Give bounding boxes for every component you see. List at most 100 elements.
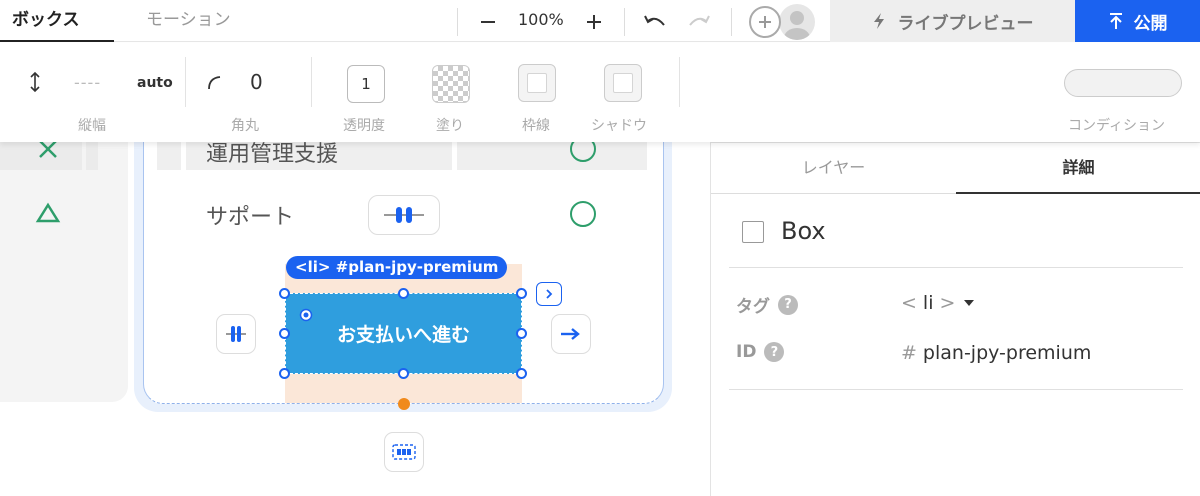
id-field-label: ID ? [736, 342, 785, 362]
corner-radius-icon [208, 76, 221, 90]
drag-handle[interactable] [398, 398, 410, 410]
redo-icon [689, 15, 710, 26]
divider [457, 8, 458, 36]
distribute-horizontal-icon [384, 207, 424, 223]
table-row [157, 142, 181, 170]
arrow-right-icon [561, 328, 580, 340]
tab-motion[interactable]: モーション [146, 0, 231, 42]
resize-handle[interactable] [279, 328, 290, 339]
undo-button[interactable] [640, 8, 670, 36]
align-center-icon [226, 326, 246, 342]
resize-handle[interactable] [516, 288, 527, 299]
layout-icon [392, 444, 416, 460]
add-user-button[interactable] [749, 6, 781, 38]
id-label-text: ID [736, 342, 757, 362]
border-label: 枠線 [522, 118, 550, 134]
divider [185, 57, 186, 107]
proceed-to-payment-button[interactable]: お支払いへ進む [285, 293, 522, 374]
divider [311, 57, 312, 107]
condition-toggle[interactable] [1064, 69, 1182, 97]
select-next-button[interactable] [536, 282, 562, 306]
resize-handle[interactable] [516, 368, 527, 379]
id-value: plan-jpy-premium [922, 342, 1092, 364]
id-input[interactable]: # plan-jpy-premium [901, 342, 1091, 364]
help-icon[interactable]: ? [778, 294, 798, 315]
lightning-icon [873, 13, 884, 29]
hash-icon: # [901, 342, 917, 364]
distribute-control[interactable] [368, 195, 440, 235]
user-icon [784, 11, 810, 40]
tag-value: li [922, 292, 934, 314]
plus-icon [759, 16, 771, 28]
tag-field-label: タグ ? [736, 292, 798, 317]
height-input[interactable]: ---- [74, 73, 101, 92]
shadow-label: シャドウ [591, 118, 647, 134]
tag-select[interactable]: < li > [901, 292, 977, 314]
undo-icon [644, 15, 665, 26]
property-toolbar: ---- auto 縦幅 0 角丸 1 透明度 塗り 枠線 シャドウ コンディシ… [0, 43, 1200, 142]
chevron-right-icon [546, 289, 553, 299]
resize-handle[interactable] [398, 368, 409, 379]
publish-button[interactable]: 公開 [1075, 0, 1200, 42]
app-root: ボックス モーション 100% ライブプレビュー 公開 ---- auto 縦幅… [0, 0, 1200, 496]
element-type-checkbox[interactable] [742, 221, 764, 243]
divider [729, 267, 1183, 268]
tag-close-bracket: > [939, 292, 956, 314]
height-label: 縦幅 [78, 118, 106, 134]
opacity-label: 透明度 [343, 118, 385, 134]
add-child-control[interactable] [384, 432, 424, 472]
fill-swatch[interactable] [432, 65, 470, 103]
upload-icon [1109, 13, 1122, 29]
tag-open-bracket: < [901, 292, 917, 314]
top-bar: ボックス モーション 100% ライブプレビュー 公開 [0, 0, 1200, 42]
opacity-input[interactable]: 1 [347, 65, 385, 103]
direction-control[interactable] [551, 314, 591, 354]
condition-label: コンディション [1068, 118, 1166, 134]
resize-handle[interactable] [279, 288, 290, 299]
live-preview-button[interactable]: ライブプレビュー [830, 0, 1075, 42]
divider [624, 8, 625, 36]
height-mode-toggle[interactable]: auto [137, 75, 173, 91]
feature-label: サポート [206, 205, 295, 230]
vertical-resize-icon [30, 71, 40, 93]
properties-panel: レイヤー 詳細 Box タグ ? < li > ID ? # plan-jpy-… [710, 142, 1200, 496]
tag-label-text: タグ [736, 297, 770, 317]
resize-handle[interactable] [398, 288, 409, 299]
proceed-to-payment-label: お支払いへ進む [336, 324, 470, 346]
element-type-label: Box [781, 217, 826, 245]
align-control[interactable] [216, 314, 256, 354]
redo-button[interactable] [684, 8, 714, 36]
selection-label: <li> #plan-jpy-premium [286, 256, 508, 279]
publish-label: 公開 [1133, 13, 1168, 34]
avatar[interactable] [779, 4, 815, 40]
radius-input[interactable]: 0 [250, 70, 263, 94]
shadow-preview [613, 73, 633, 93]
tab-details[interactable]: 詳細 [956, 143, 1200, 194]
shadow-swatch[interactable] [604, 64, 642, 102]
help-icon[interactable]: ? [764, 342, 785, 362]
table-row [86, 142, 98, 170]
resize-handle[interactable] [279, 368, 290, 379]
resize-handle[interactable] [516, 328, 527, 339]
radius-label: 角丸 [231, 118, 259, 134]
canvas[interactable]: 運用管理支援 サポート <li> #plan-jpy-premium お支払いへ… [0, 82, 710, 496]
check-circle-icon [570, 201, 596, 227]
triangle-icon [35, 202, 61, 223]
anchor-icon [299, 308, 313, 322]
border-preview [527, 73, 547, 93]
fill-label: 塗り [436, 118, 464, 134]
divider [679, 57, 680, 107]
live-preview-label: ライブプレビュー [897, 13, 1034, 34]
caret-down-icon [964, 300, 975, 306]
plus-icon [587, 15, 601, 29]
minus-icon [481, 21, 495, 23]
border-swatch[interactable] [518, 64, 556, 102]
divider [729, 389, 1183, 390]
zoom-in-button[interactable] [580, 8, 608, 36]
tab-box[interactable]: ボックス [0, 0, 114, 42]
table-row [457, 142, 647, 170]
divider [731, 8, 732, 36]
tab-layers[interactable]: レイヤー [711, 143, 956, 194]
zoom-out-button[interactable] [474, 8, 502, 36]
zoom-level: 100% [518, 10, 564, 29]
